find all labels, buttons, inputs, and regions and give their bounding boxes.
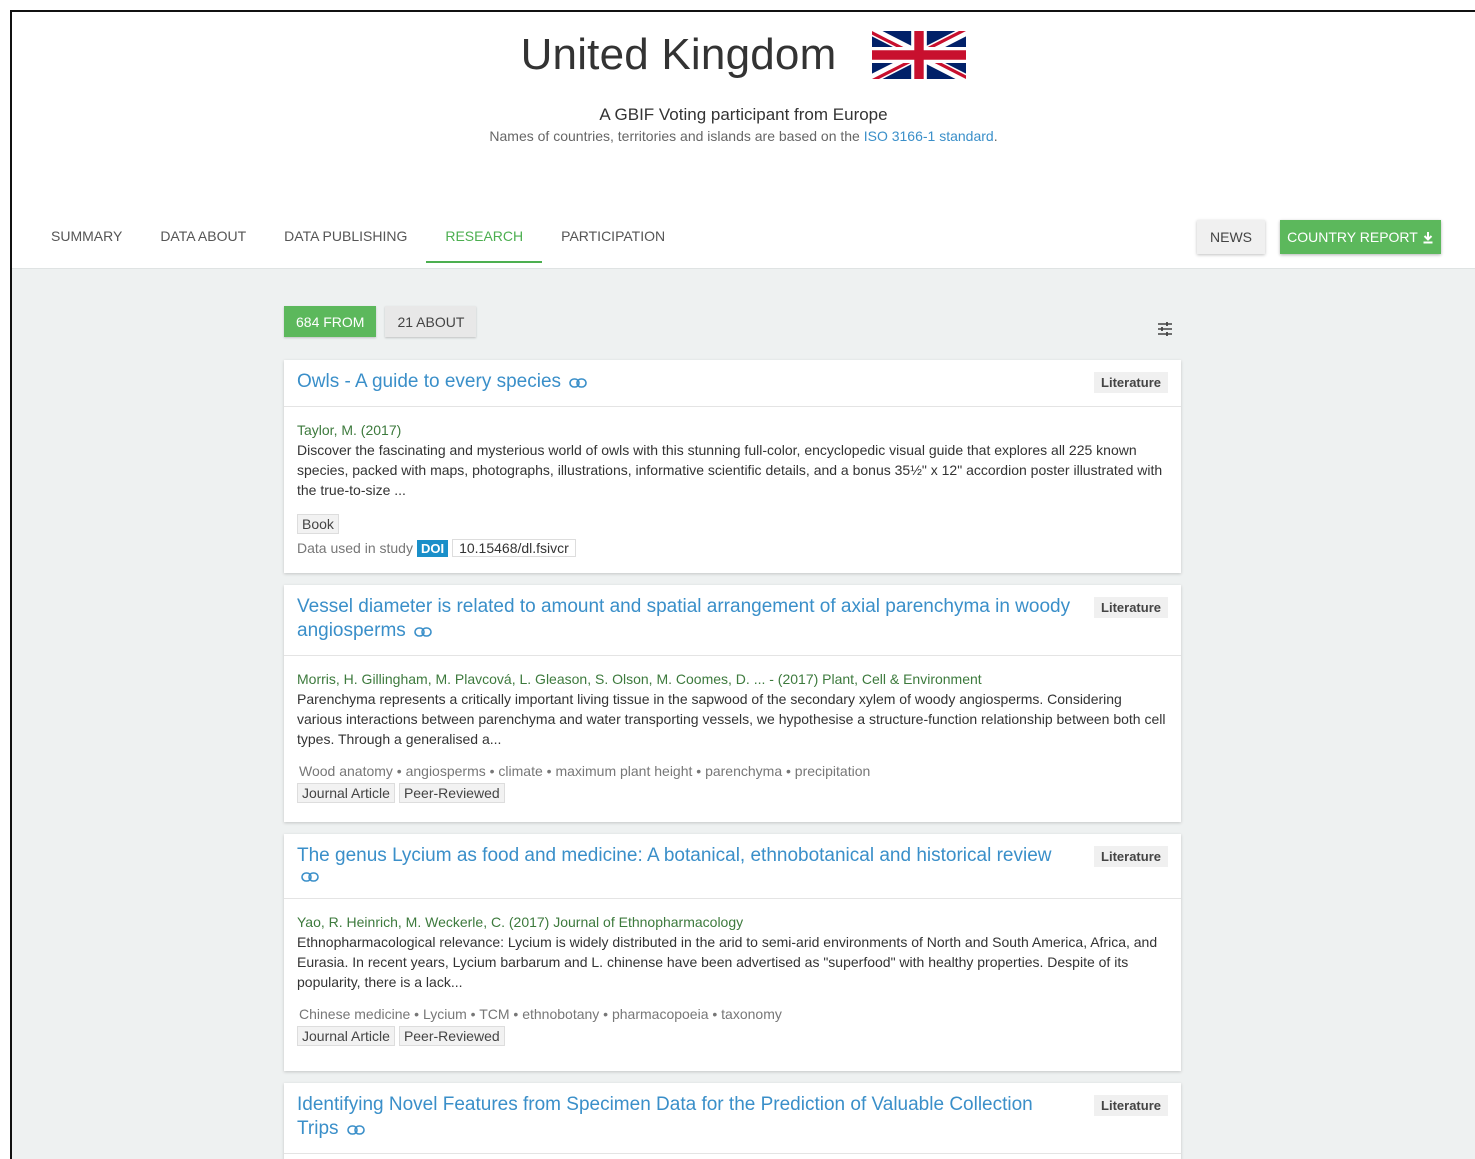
filter-settings-icon[interactable] xyxy=(1156,320,1174,338)
iso-note: Names of countries, territories and isla… xyxy=(12,128,1475,144)
title-row: United Kingdom xyxy=(12,30,1475,80)
country-report-button[interactable]: COUNTRY REPORT xyxy=(1280,220,1441,254)
card-header: Owls - A guide to every species Literatu… xyxy=(284,360,1181,407)
literature-type-badge: Literature xyxy=(1094,846,1168,867)
doi-badge: DOI xyxy=(416,539,449,557)
page-frame: United Kingdom A GBIF Voting participant… xyxy=(10,10,1475,1159)
link-icon[interactable] xyxy=(347,1124,365,1135)
news-button[interactable]: NEWS xyxy=(1197,220,1265,254)
tag-list: Journal Article Peer-Reviewed xyxy=(297,783,1168,803)
participant-subtitle: A GBIF Voting participant from Europe xyxy=(599,105,888,124)
literature-title-link[interactable]: Owls - A guide to every species xyxy=(297,371,561,392)
literature-type-badge: Literature xyxy=(1094,1095,1168,1116)
iso-note-suffix: . xyxy=(993,128,998,144)
tab-participation[interactable]: PARTICIPATION xyxy=(542,218,684,263)
tag-peer-reviewed: Peer-Reviewed xyxy=(398,1026,505,1046)
research-content: 684 FROM 21 ABOUT Owls - A guide to ever… xyxy=(12,268,1475,1159)
literature-card: Identifying Novel Features from Specimen… xyxy=(284,1083,1181,1159)
download-icon xyxy=(1423,231,1433,243)
authors-citation: Taylor, M. (2017) xyxy=(297,422,402,438)
abstract-text: Ethnopharmacological relevance: Lycium i… xyxy=(297,934,1158,990)
uk-flag-icon xyxy=(872,31,967,79)
card-header: Vessel diameter is related to amount and… xyxy=(284,585,1181,656)
literature-card: The genus Lycium as food and medicine: A… xyxy=(284,834,1181,1071)
tag-journal-article: Journal Article xyxy=(297,1026,395,1046)
card-body: Morris, H. Gillingham, M. Plavcová, L. G… xyxy=(284,656,1181,815)
literature-card: Vessel diameter is related to amount and… xyxy=(284,585,1181,822)
iso-standard-link[interactable]: ISO 3166-1 standard xyxy=(864,128,994,144)
data-used-label: Data used in study xyxy=(297,540,413,556)
link-icon[interactable] xyxy=(569,377,588,388)
from-count-button[interactable]: 684 FROM xyxy=(284,306,377,337)
authors-citation: Morris, H. Gillingham, M. Plavcová, L. G… xyxy=(297,671,982,687)
literature-type-badge: Literature xyxy=(1094,372,1168,393)
tab-data-publishing[interactable]: DATA PUBLISHING xyxy=(265,218,426,263)
data-used-row: Data used in study DOI 10.15468/dl.fsivc… xyxy=(297,539,1168,557)
card-body: Yao, R. Heinrich, M. Weckerle, C. (2017)… xyxy=(284,899,1181,1058)
abstract-text: Parenchyma represents a critically impor… xyxy=(297,691,1166,747)
tag-list: Journal Article Peer-Reviewed xyxy=(297,1026,1168,1046)
keyword-list: Chinese medicine • Lycium • TCM • ethnob… xyxy=(299,1006,782,1022)
link-icon[interactable] xyxy=(414,626,433,637)
tag-journal-article: Journal Article xyxy=(297,783,395,803)
tag-peer-reviewed: Peer-Reviewed xyxy=(398,783,505,803)
country-report-label: COUNTRY REPORT xyxy=(1287,229,1418,245)
tag-book: Book xyxy=(297,514,339,534)
about-count-button[interactable]: 21 ABOUT xyxy=(385,306,477,337)
iso-note-text: Names of countries, territories and isla… xyxy=(489,128,864,144)
doi-link[interactable]: 10.15468/dl.fsivcr xyxy=(452,539,576,557)
literature-card: Owls - A guide to every species Literatu… xyxy=(284,360,1181,573)
tab-summary[interactable]: SUMMARY xyxy=(32,218,141,263)
authors-citation: Yao, R. Heinrich, M. Weckerle, C. (2017)… xyxy=(297,914,744,930)
literature-type-badge: Literature xyxy=(1094,597,1168,618)
literature-title-link[interactable]: The genus Lycium as food and medicine: A… xyxy=(297,845,1051,866)
abstract-text: Discover the fascinating and mysterious … xyxy=(297,442,1163,498)
keyword-list: Wood anatomy • angiosperms • climate • m… xyxy=(299,763,871,779)
literature-title-link[interactable]: Vessel diameter is related to amount and… xyxy=(297,596,1070,641)
tab-research[interactable]: RESEARCH xyxy=(426,218,542,263)
tab-data-about[interactable]: DATA ABOUT xyxy=(141,218,265,263)
card-header: Identifying Novel Features from Specimen… xyxy=(284,1083,1181,1154)
card-header: The genus Lycium as food and medicine: A… xyxy=(284,834,1181,899)
country-tabs: SUMMARY DATA ABOUT DATA PUBLISHING RESEA… xyxy=(32,218,684,263)
card-body: Taylor, M. (2017) Discover the fascinati… xyxy=(284,407,1181,569)
country-header: United Kingdom A GBIF Voting participant… xyxy=(12,12,1475,268)
literature-filter-toggle: 684 FROM 21 ABOUT xyxy=(284,306,477,337)
tag-list: Book xyxy=(297,514,1168,534)
page-title: United Kingdom xyxy=(520,30,837,79)
link-icon[interactable] xyxy=(301,871,319,882)
literature-title-link[interactable]: Identifying Novel Features from Specimen… xyxy=(297,1094,1033,1139)
